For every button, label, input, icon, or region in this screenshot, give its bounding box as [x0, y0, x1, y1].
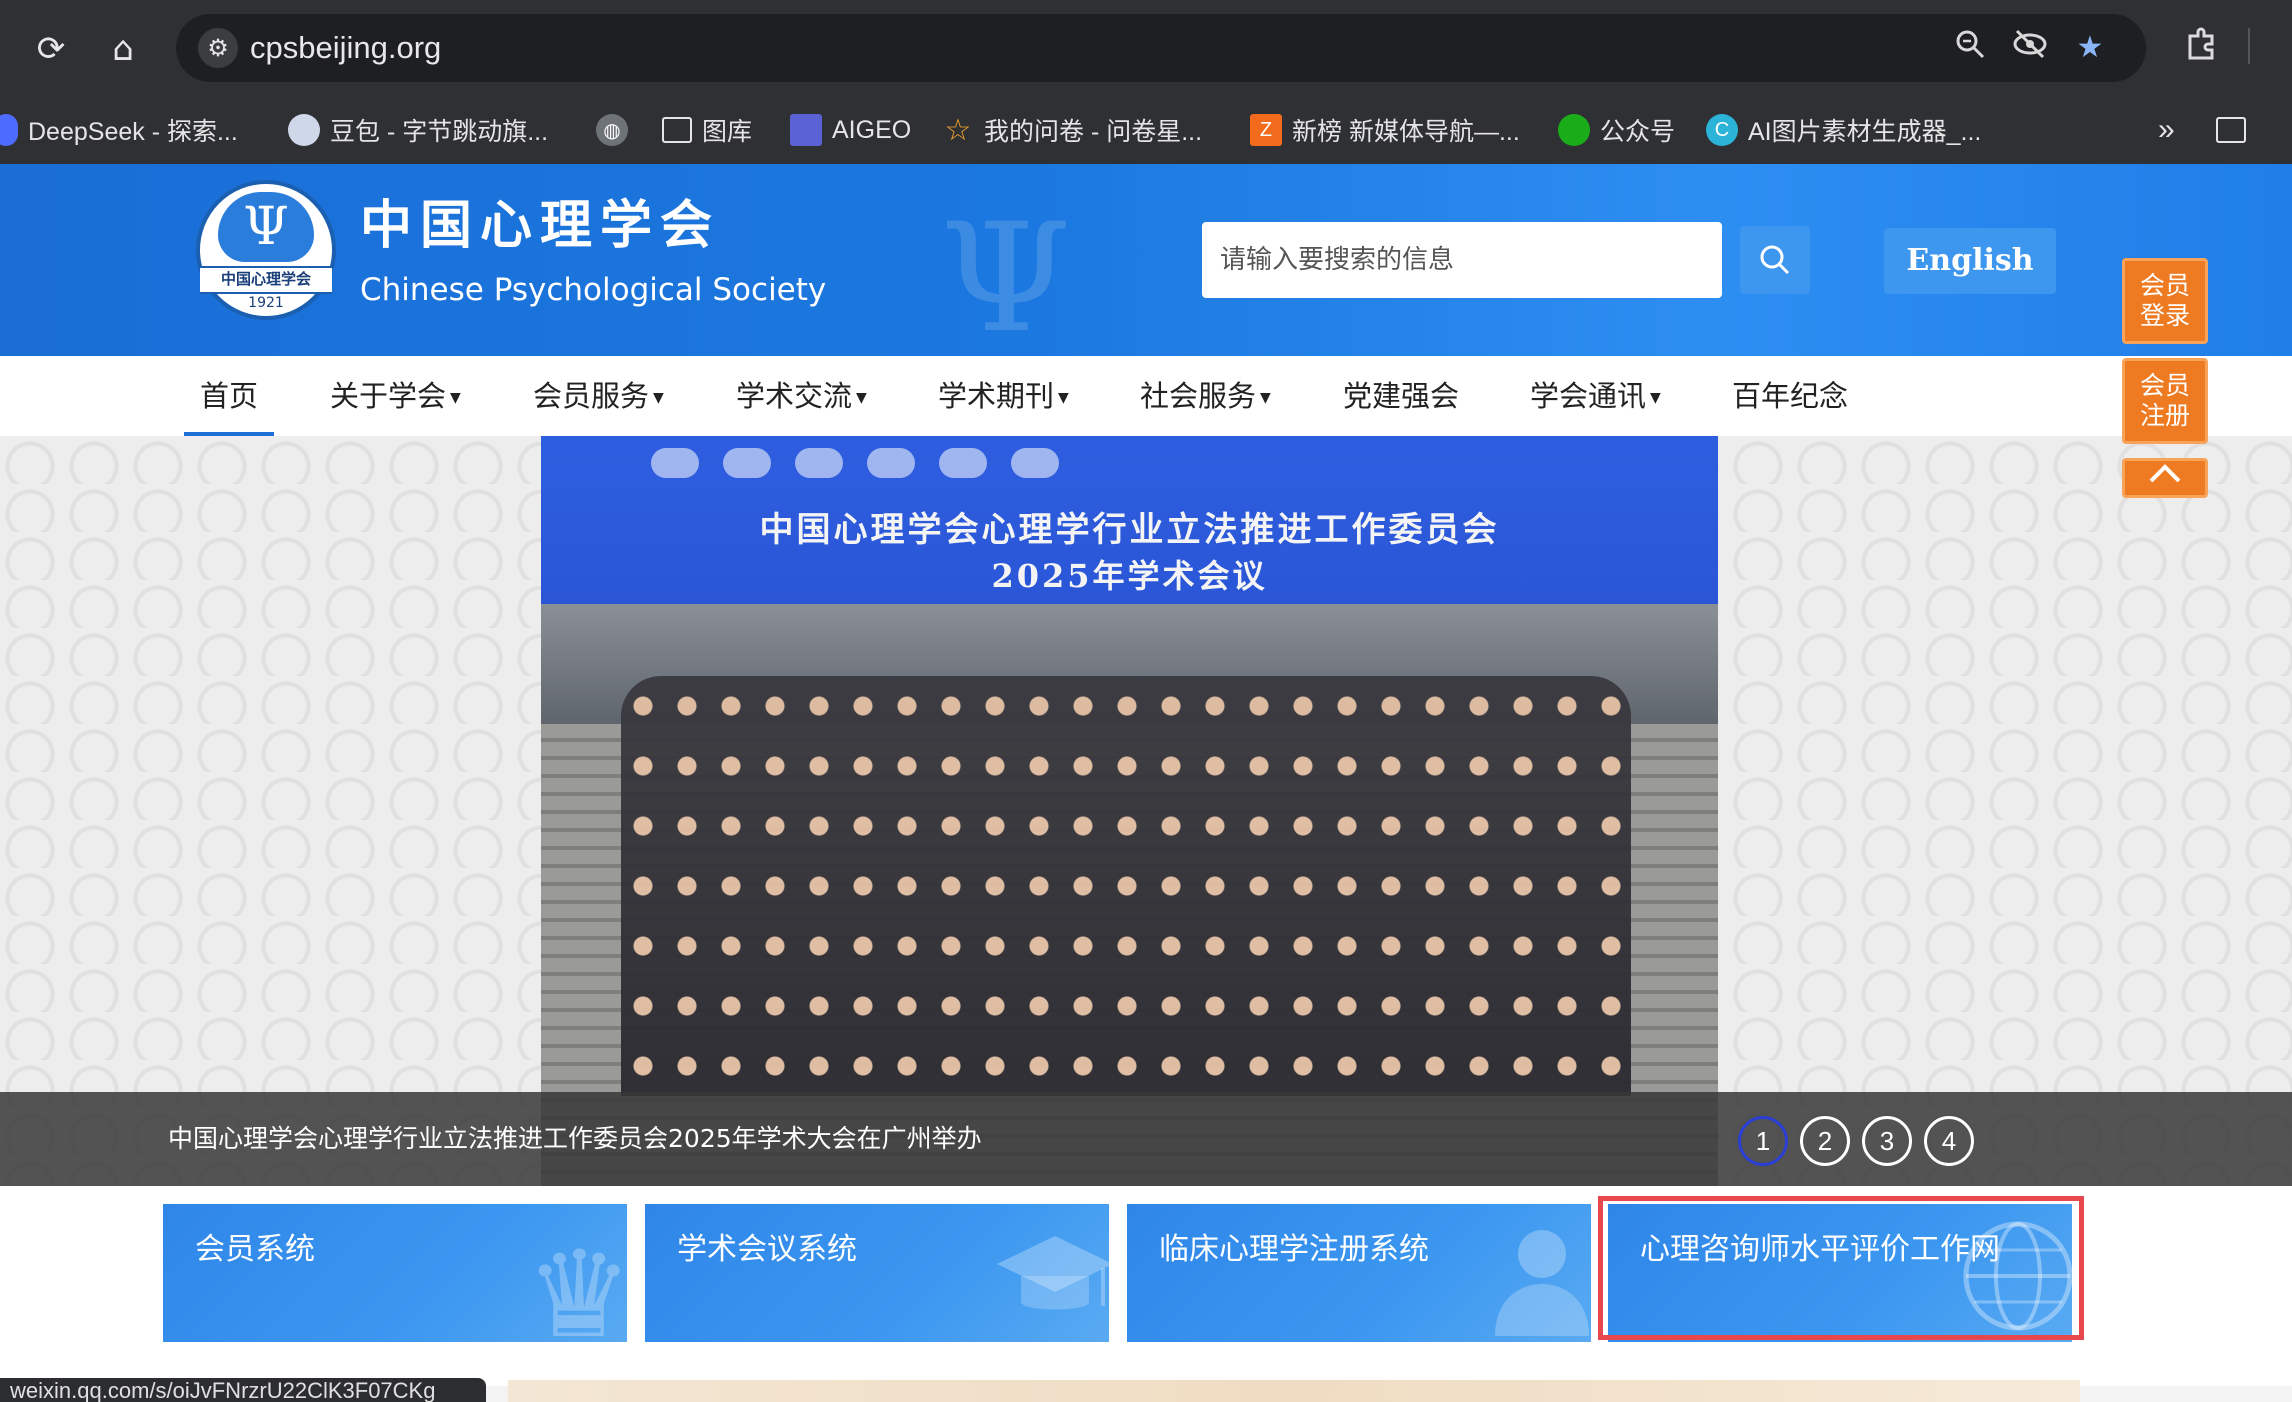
bookmark-label: AIGEO [832, 115, 912, 144]
eye-off-icon[interactable] [2010, 28, 2050, 68]
highlight-annotation-box [1598, 1196, 2084, 1340]
site-settings-icon[interactable]: ⚙ [198, 28, 238, 68]
doubao-icon [288, 114, 320, 146]
tile-label: 会员系统 [195, 1232, 315, 1267]
home-icon[interactable]: ⌂ [102, 28, 144, 70]
logo-english-name[interactable]: Chinese Psychological Society [360, 270, 826, 310]
nav-about[interactable]: 关于学会 ▼ [330, 376, 461, 416]
bookmarks-bar: DeepSeek - 探索... 豆包 - 字节跳动旗... ◍ 图库 AIGE… [0, 96, 2292, 164]
photo-banner-title: 中国心理学会心理学行业立法推进工作委员会 [759, 510, 1500, 550]
bookmark-xinbang[interactable]: Z 新榜 新媒体导航—... [1250, 110, 1520, 150]
xinbang-icon: Z [1250, 114, 1282, 146]
caret-down-icon: ▼ [1058, 390, 1069, 406]
caret-down-icon: ▼ [653, 390, 664, 406]
bookmark-label: AI图片素材生成器_... [1748, 118, 1982, 146]
canva-icon: C [1706, 114, 1738, 146]
folder-icon [662, 117, 692, 143]
bookmark-label: 我的问卷 - 问卷星... [984, 118, 1203, 146]
tile-clinical-registration[interactable]: 临床心理学注册系统 [1127, 1204, 1591, 1342]
psi-globe-icon: Ψ [218, 192, 314, 262]
photo-conference-banner: 中国心理学会心理学行业立法推进工作委员会 2025年学术会议 [541, 436, 1718, 604]
more-bookmarks-icon[interactable]: » [2158, 110, 2175, 150]
bookmark-star-icon[interactable]: ★ [2070, 28, 2110, 68]
address-url[interactable]: cpsbeijing.org [250, 28, 441, 68]
aigeo-icon [790, 114, 822, 146]
extensions-icon[interactable] [2180, 26, 2222, 68]
tile-conference-system[interactable]: 学术会议系统 [645, 1204, 1109, 1342]
search-icon [1760, 245, 1790, 275]
bookmark-aigeo[interactable]: AIGEO [790, 110, 911, 150]
status-bar-url: weixin.qq.com/s/oiJvFNrzrU22ClK3F07CKg [0, 1378, 486, 1402]
nav-journals[interactable]: 学术期刊 ▼ [938, 376, 1069, 416]
site-search-input[interactable] [1202, 222, 1722, 298]
carousel-dot-2[interactable]: 2 [1800, 1116, 1850, 1166]
toolbar-separator [2248, 28, 2250, 64]
seal-year: 1921 [248, 295, 284, 311]
member-register-button[interactable]: 会员 注册 [2122, 358, 2208, 444]
nav-social-service[interactable]: 社会服务 ▼ [1140, 376, 1271, 416]
logo-chinese-name[interactable]: 中国心理学会 [360, 196, 720, 256]
caret-down-icon: ▼ [856, 390, 867, 406]
tile-label: 临床心理学注册系统 [1159, 1232, 1429, 1267]
society-seal-logo[interactable]: Ψ 中国心理学会 1921 [196, 180, 336, 320]
address-bar[interactable]: ⚙ cpsbeijing.org ★ [176, 14, 2146, 82]
nav-centennial[interactable]: 百年纪念 [1732, 376, 1848, 416]
bookmark-doubao[interactable]: 豆包 - 字节跳动旗... [288, 110, 548, 150]
carousel-caption[interactable]: 中国心理学会心理学行业立法推进工作委员会2025年学术大会在广州举办 [168, 1122, 982, 1156]
bookmark-label: DeepSeek - 探索... [28, 118, 238, 146]
main-nav: 首页 关于学会 ▼ 会员服务 ▼ 学术交流 ▼ 学术期刊 ▼ 社会服务 ▼ 党建强会 学会… [0, 356, 2292, 436]
carousel-dot-4[interactable]: 4 [1924, 1116, 1974, 1166]
browser-toolbar: ⟳ ⌂ ⚙ cpsbeijing.org ★ [0, 0, 2292, 96]
zoom-icon[interactable] [1950, 28, 1990, 68]
bookmark-globe[interactable]: ◍ [596, 110, 638, 150]
carousel-dot-1[interactable]: 1 [1738, 1116, 1788, 1166]
english-button[interactable]: English [1884, 228, 2056, 294]
tile-member-system[interactable]: 会员系统 ♛ [163, 1204, 627, 1342]
bookmark-wenjuan[interactable]: ☆ 我的问卷 - 问卷星... [942, 110, 1203, 150]
person-icon [1487, 1216, 1591, 1342]
psi-watermark-icon: Ψ [940, 192, 1072, 356]
photo-banner-subtitle: 2025年学术会议 [991, 557, 1268, 595]
nav-academic-exchange[interactable]: 学术交流 ▼ [736, 376, 867, 416]
deepseek-icon [0, 114, 18, 146]
wechat-icon [1558, 114, 1590, 146]
bookmark-label: 图库 [702, 118, 753, 146]
back-to-top-button[interactable] [2122, 458, 2208, 498]
nav-member-service[interactable]: 会员服务 ▼ [533, 376, 664, 416]
bookmark-label: 豆包 - 字节跳动旗... [330, 118, 549, 146]
globe-icon: ◍ [596, 114, 628, 146]
next-section-preview [508, 1380, 2080, 1402]
bookmark-tuku[interactable]: 图库 [662, 110, 752, 150]
member-login-button[interactable]: 会员 登录 [2122, 258, 2208, 344]
photo-logos [651, 448, 1059, 478]
nav-home[interactable]: 首页 [200, 376, 258, 416]
caret-down-icon: ▼ [1650, 390, 1661, 406]
other-bookmarks-folder[interactable] [2216, 110, 2256, 150]
reload-icon[interactable]: ⟳ [30, 28, 72, 70]
bookmark-label: 公众号 [1600, 118, 1676, 146]
bookmark-deepseek[interactable]: DeepSeek - 探索... [0, 110, 238, 150]
site-search-button[interactable] [1740, 226, 1810, 294]
seal-band-text: 中国心理学会 [200, 266, 332, 294]
folder-icon [2216, 117, 2246, 143]
nav-party-building[interactable]: 党建强会 [1343, 376, 1459, 416]
carousel-slide-image[interactable]: 中国心理学会心理学行业立法推进工作委员会 2025年学术会议 [541, 436, 1718, 1186]
crown-icon: ♛ [525, 1226, 627, 1343]
star-outline-icon: ☆ [944, 113, 972, 147]
bookmark-label: 新榜 新媒体导航—... [1292, 118, 1520, 146]
carousel-dot-3[interactable]: 3 [1862, 1116, 1912, 1166]
caret-down-icon: ▼ [1260, 390, 1271, 406]
tile-label: 学术会议系统 [677, 1232, 857, 1267]
graduation-cap-icon [995, 1226, 1109, 1342]
bookmark-gongzhonghao[interactable]: 公众号 [1558, 110, 1675, 150]
bookmark-ai-image[interactable]: C AI图片素材生成器_... [1706, 110, 1981, 150]
chevron-up-icon [2149, 464, 2181, 483]
photo-group-crowd [621, 676, 1631, 1096]
caret-down-icon: ▼ [450, 390, 461, 406]
nav-newsletter[interactable]: 学会通讯 ▼ [1530, 376, 1661, 416]
